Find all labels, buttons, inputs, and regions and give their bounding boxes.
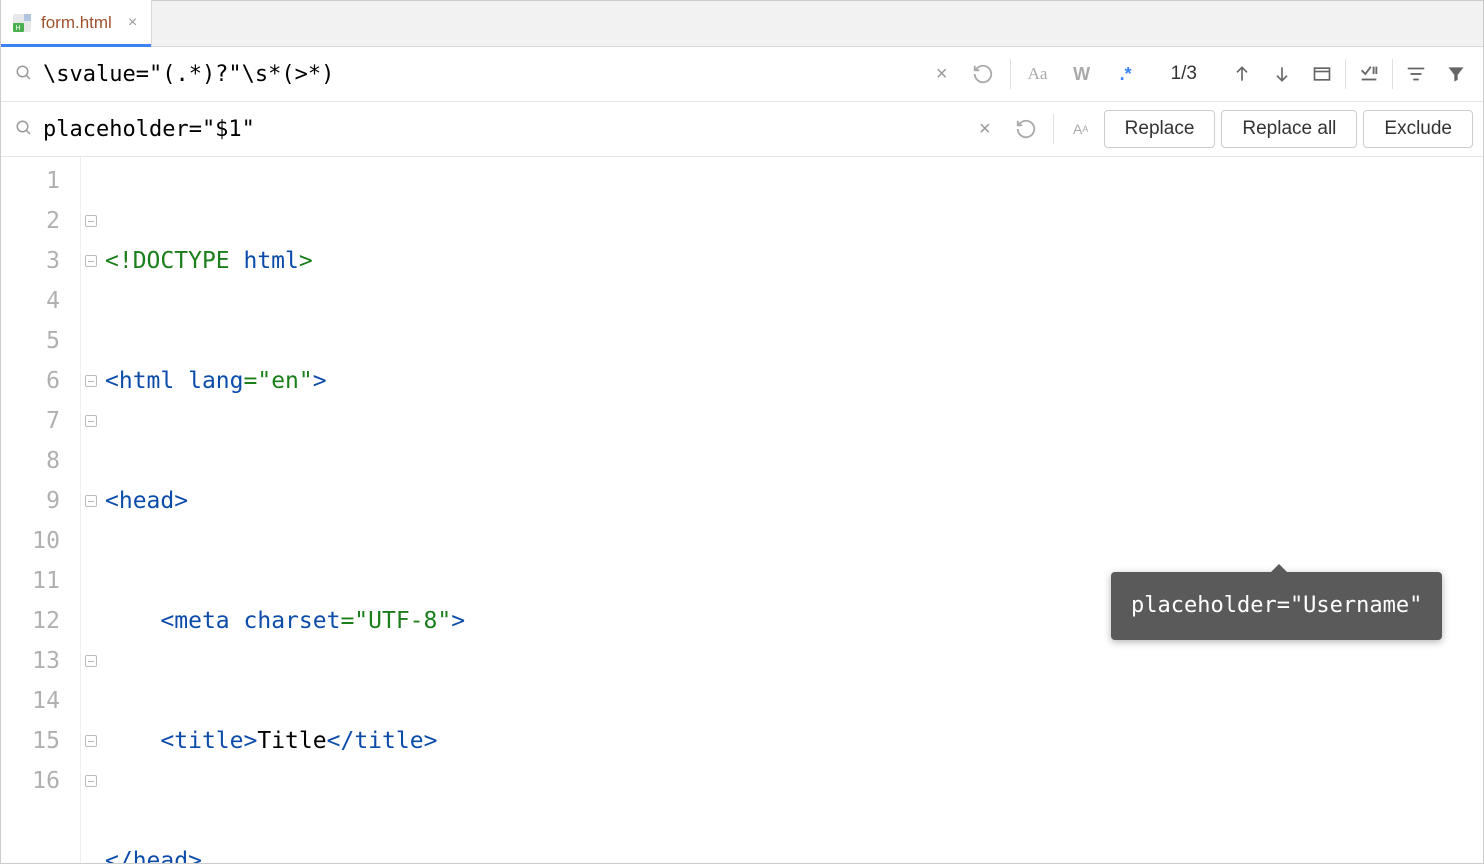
line-number: 8 — [1, 441, 60, 481]
exclude-button[interactable]: Exclude — [1363, 110, 1473, 148]
fold-icon[interactable] — [85, 375, 97, 387]
line-gutter: 1 2 3 4 5 6 7 8 9 10 11 12 13 14 15 16 — [1, 157, 81, 863]
search-icon — [15, 119, 33, 140]
fold-icon[interactable] — [85, 215, 97, 227]
divider — [1053, 114, 1054, 144]
fold-icon[interactable] — [85, 775, 97, 787]
match-case-toggle[interactable]: Aa — [1021, 57, 1055, 91]
svg-text:H: H — [15, 25, 20, 32]
fold-icon[interactable] — [85, 655, 97, 667]
line-number: 7 — [1, 401, 60, 441]
close-icon[interactable]: × — [128, 14, 137, 32]
prev-match-icon[interactable] — [1225, 57, 1259, 91]
regex-toggle[interactable]: .* — [1109, 57, 1143, 91]
fold-gutter — [81, 157, 101, 863]
html-file-icon: H — [11, 12, 33, 34]
fold-icon[interactable] — [85, 415, 97, 427]
find-bar: × Aa W .* 1/3 — [1, 47, 1483, 102]
line-number: 5 — [1, 321, 60, 361]
line-number: 16 — [1, 761, 60, 801]
line-number: 4 — [1, 281, 60, 321]
replace-all-button[interactable]: Replace all — [1221, 110, 1357, 148]
line-number: 12 — [1, 601, 60, 641]
select-all-icon[interactable] — [1352, 57, 1386, 91]
fold-icon[interactable] — [85, 735, 97, 747]
history-icon[interactable] — [966, 57, 1000, 91]
divider — [1392, 59, 1393, 89]
line-number: 2 — [1, 201, 60, 241]
replace-button[interactable]: Replace — [1104, 110, 1216, 148]
divider — [1345, 59, 1346, 89]
line-number: 14 — [1, 681, 60, 721]
match-words-toggle[interactable]: W — [1065, 57, 1099, 91]
next-match-icon[interactable] — [1265, 57, 1299, 91]
fold-icon[interactable] — [85, 255, 97, 267]
preserve-case-toggle[interactable]: AA — [1064, 112, 1098, 146]
line-number: 9 — [1, 481, 60, 521]
match-count: 1/3 — [1149, 63, 1219, 85]
tab-filename: form.html — [41, 13, 112, 33]
find-input[interactable] — [43, 62, 918, 87]
replace-input[interactable] — [43, 117, 961, 142]
open-in-window-icon[interactable] — [1305, 57, 1339, 91]
divider — [1010, 59, 1011, 89]
editor-tabs: H form.html × — [1, 1, 1483, 47]
line-number: 15 — [1, 721, 60, 761]
line-number: 10 — [1, 521, 60, 561]
line-number: 6 — [1, 361, 60, 401]
replace-bar: × AA Replace Replace all Exclude — [1, 102, 1483, 157]
line-number: 3 — [1, 241, 60, 281]
line-number: 1 — [1, 161, 60, 201]
line-number: 11 — [1, 561, 60, 601]
clear-find-icon[interactable]: × — [928, 63, 956, 86]
filter-options-icon[interactable] — [1399, 57, 1433, 91]
search-icon — [15, 64, 33, 85]
fold-icon[interactable] — [85, 495, 97, 507]
code-area[interactable]: <!DOCTYPE html> <html lang="en"> <head> … — [101, 157, 1483, 863]
file-tab[interactable]: H form.html × — [1, 0, 152, 46]
code-editor[interactable]: 1 2 3 4 5 6 7 8 9 10 11 12 13 14 15 16 <… — [1, 157, 1483, 863]
line-number: 13 — [1, 641, 60, 681]
replace-preview-tooltip: placeholder="Username" — [1111, 572, 1442, 640]
clear-replace-icon[interactable]: × — [971, 118, 999, 141]
history-icon[interactable] — [1009, 112, 1043, 146]
filter-icon[interactable] — [1439, 57, 1473, 91]
